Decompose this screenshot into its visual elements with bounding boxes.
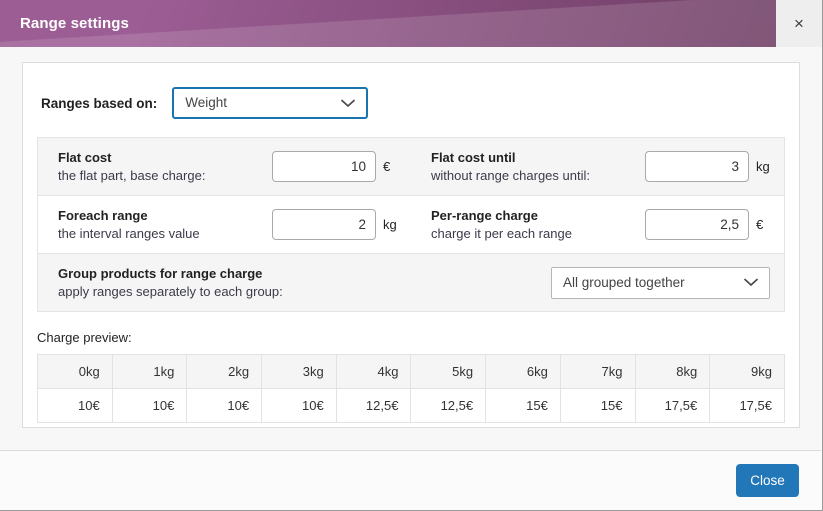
preview-header-cell: 7kg bbox=[559, 354, 636, 389]
preview-header-cell: 5kg bbox=[410, 354, 487, 389]
flat-cost-until-title: Flat cost until bbox=[431, 149, 516, 165]
preview-header-cell: 4kg bbox=[335, 354, 412, 389]
ranges-based-on-row: Ranges based on: Weight bbox=[23, 63, 799, 119]
range-settings-dialog: Range settings × Ranges based on: Weight bbox=[0, 0, 823, 511]
flat-cost-subtitle: the flat part, base charge: bbox=[58, 167, 206, 183]
dialog-body: Ranges based on: Weight Flat cost the fl… bbox=[0, 47, 821, 451]
group-products-value: All grouped together bbox=[563, 274, 685, 290]
foreach-range-unit: kg bbox=[383, 217, 397, 232]
settings-panel: Ranges based on: Weight Flat cost the fl… bbox=[22, 62, 800, 428]
preview-value-cell: 12,5€ bbox=[410, 388, 487, 423]
ranges-based-on-label: Ranges based on: bbox=[41, 95, 158, 111]
settings-cell-flat-cost: Flat cost the flat part, base charge: € bbox=[38, 138, 411, 195]
foreach-range-subtitle: the interval ranges value bbox=[58, 225, 200, 241]
flat-cost-unit: € bbox=[383, 159, 391, 174]
preview-value-cell: 17,5€ bbox=[709, 388, 785, 423]
preview-value-cell: 10€ bbox=[111, 388, 188, 423]
table-header-row: 0kg 1kg 2kg 3kg 4kg 5kg 6kg 7kg 8kg 9kg bbox=[37, 354, 785, 389]
table-row: 10€ 10€ 10€ 10€ 12,5€ 12,5€ 15€ 15€ 17,5€ 17,5€ bbox=[37, 388, 785, 423]
flat-cost-until-subtitle: without range charges until: bbox=[431, 167, 590, 183]
charge-preview-table: 0kg 1kg 2kg 3kg 4kg 5kg 6kg 7kg 8kg 9kg 10€ 10€ 10€… bbox=[37, 354, 785, 423]
preview-value-cell: 12,5€ bbox=[335, 388, 412, 423]
ranges-based-on-select[interactable]: Weight bbox=[172, 87, 369, 119]
preview-header-cell: 2kg bbox=[186, 354, 263, 389]
close-icon[interactable]: × bbox=[776, 0, 822, 47]
preview-header-cell: 3kg bbox=[261, 354, 337, 389]
group-products-select[interactable]: All grouped together bbox=[551, 266, 770, 299]
per-range-charge-labels: Per-range charge charge it per each rang… bbox=[431, 207, 645, 243]
settings-row-foreach-range: Foreach range the interval ranges value … bbox=[38, 196, 784, 254]
ranges-based-on-value: Weight bbox=[185, 95, 228, 110]
settings-cell-foreach-range: Foreach range the interval ranges value … bbox=[38, 196, 411, 253]
flat-cost-field: € bbox=[272, 151, 411, 182]
flat-cost-until-unit: kg bbox=[756, 159, 770, 174]
preview-value-cell: 15€ bbox=[559, 388, 636, 423]
chevron-down-icon bbox=[744, 268, 758, 298]
group-products-subtitle: apply ranges separately to each group: bbox=[58, 283, 283, 299]
preview-header-cell: 6kg bbox=[485, 354, 561, 389]
flat-cost-labels: Flat cost the flat part, base charge: bbox=[58, 149, 272, 185]
chevron-down-icon bbox=[341, 89, 356, 117]
group-products-field: All grouped together bbox=[551, 266, 784, 299]
preview-header-cell: 0kg bbox=[37, 354, 113, 389]
close-button[interactable]: Close bbox=[736, 464, 799, 497]
per-range-charge-field: € bbox=[645, 209, 784, 240]
per-range-charge-input[interactable] bbox=[645, 209, 749, 240]
charge-preview-title: Charge preview: bbox=[37, 330, 132, 345]
preview-value-cell: 10€ bbox=[261, 388, 337, 423]
preview-value-cell: 10€ bbox=[37, 388, 113, 423]
settings-row-group-products: Group products for range charge apply ra… bbox=[38, 254, 784, 312]
preview-value-cell: 17,5€ bbox=[634, 388, 711, 423]
settings-rows: Flat cost the flat part, base charge: € … bbox=[37, 137, 785, 312]
settings-cell-per-range-charge: Per-range charge charge it per each rang… bbox=[411, 196, 784, 253]
foreach-range-field: kg bbox=[272, 209, 411, 240]
preview-header-cell: 8kg bbox=[634, 354, 711, 389]
dialog-header: Range settings × bbox=[0, 0, 822, 47]
preview-header-cell: 9kg bbox=[709, 354, 785, 389]
flat-cost-title: Flat cost bbox=[58, 149, 112, 165]
foreach-range-title: Foreach range bbox=[58, 207, 148, 223]
flat-cost-until-field: kg bbox=[645, 151, 784, 182]
dialog-footer: Close bbox=[0, 450, 821, 509]
preview-value-cell: 15€ bbox=[485, 388, 561, 423]
group-products-title: Group products for range charge bbox=[58, 265, 263, 281]
settings-cell-flat-cost-until: Flat cost until without range charges un… bbox=[411, 138, 784, 195]
flat-cost-until-input[interactable] bbox=[645, 151, 749, 182]
preview-header-cell: 1kg bbox=[111, 354, 188, 389]
flat-cost-until-labels: Flat cost until without range charges un… bbox=[431, 149, 645, 185]
foreach-range-input[interactable] bbox=[272, 209, 376, 240]
per-range-charge-title: Per-range charge bbox=[431, 207, 538, 223]
settings-row-flat-cost: Flat cost the flat part, base charge: € … bbox=[38, 138, 784, 196]
per-range-charge-unit: € bbox=[756, 217, 764, 232]
settings-cell-group-products: Group products for range charge apply ra… bbox=[38, 254, 784, 311]
group-products-labels: Group products for range charge apply ra… bbox=[58, 265, 551, 301]
preview-value-cell: 10€ bbox=[186, 388, 263, 423]
per-range-charge-subtitle: charge it per each range bbox=[431, 225, 572, 241]
foreach-range-labels: Foreach range the interval ranges value bbox=[58, 207, 272, 243]
flat-cost-input[interactable] bbox=[272, 151, 376, 182]
page-title: Range settings bbox=[20, 15, 129, 32]
